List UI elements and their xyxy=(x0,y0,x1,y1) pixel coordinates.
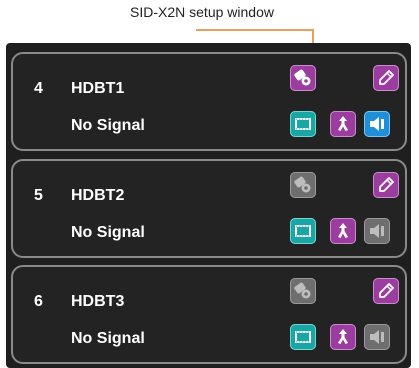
audio-route-icon xyxy=(338,223,348,238)
sid-settings-icon xyxy=(294,69,311,86)
edit-button[interactable] xyxy=(373,278,399,304)
input-row-hdbt2: 5 HDBT2 No Signal xyxy=(11,159,407,258)
video-film-icon xyxy=(295,118,311,130)
input-row-hdbt3: 6 HDBT3 No Signal xyxy=(11,265,407,364)
audio-route-icon xyxy=(338,116,348,131)
video-button[interactable] xyxy=(290,324,316,350)
speaker-icon xyxy=(370,224,384,238)
sid-setup-button[interactable] xyxy=(290,65,316,91)
edit-pencil-icon xyxy=(379,70,394,85)
audio-routing-button[interactable] xyxy=(330,324,356,350)
signal-status: No Signal xyxy=(71,224,145,241)
callout-label: SID-X2N setup window xyxy=(130,4,274,20)
speaker-icon xyxy=(370,330,384,344)
edit-pencil-icon xyxy=(379,177,394,192)
video-film-icon xyxy=(295,225,311,237)
speaker-button[interactable] xyxy=(364,324,390,350)
signal-status: No Signal xyxy=(71,330,145,347)
video-button[interactable] xyxy=(290,218,316,244)
input-number: 4 xyxy=(34,80,43,97)
callout-line-horizontal xyxy=(196,29,313,31)
sid-setup-button[interactable] xyxy=(290,172,316,198)
edit-button[interactable] xyxy=(373,65,399,91)
signal-status: No Signal xyxy=(71,117,145,134)
edit-button[interactable] xyxy=(373,172,399,198)
speaker-button[interactable] xyxy=(364,111,390,137)
audio-routing-button[interactable] xyxy=(330,111,356,137)
video-button[interactable] xyxy=(290,111,316,137)
audio-route-icon xyxy=(338,329,348,344)
audio-routing-button[interactable] xyxy=(330,218,356,244)
speaker-button[interactable] xyxy=(364,218,390,244)
input-number: 6 xyxy=(34,293,43,310)
input-number: 5 xyxy=(34,187,43,204)
sid-setup-button[interactable] xyxy=(290,278,316,304)
input-name: HDBT2 xyxy=(71,187,125,204)
video-film-icon xyxy=(295,331,311,343)
input-name: HDBT3 xyxy=(71,293,125,310)
input-row-hdbt1: 4 HDBT1 No Signal xyxy=(11,52,407,151)
sid-settings-icon xyxy=(294,176,311,193)
input-name: HDBT1 xyxy=(71,80,125,97)
sid-settings-icon xyxy=(294,282,311,299)
speaker-icon xyxy=(370,117,384,131)
edit-pencil-icon xyxy=(379,283,394,298)
